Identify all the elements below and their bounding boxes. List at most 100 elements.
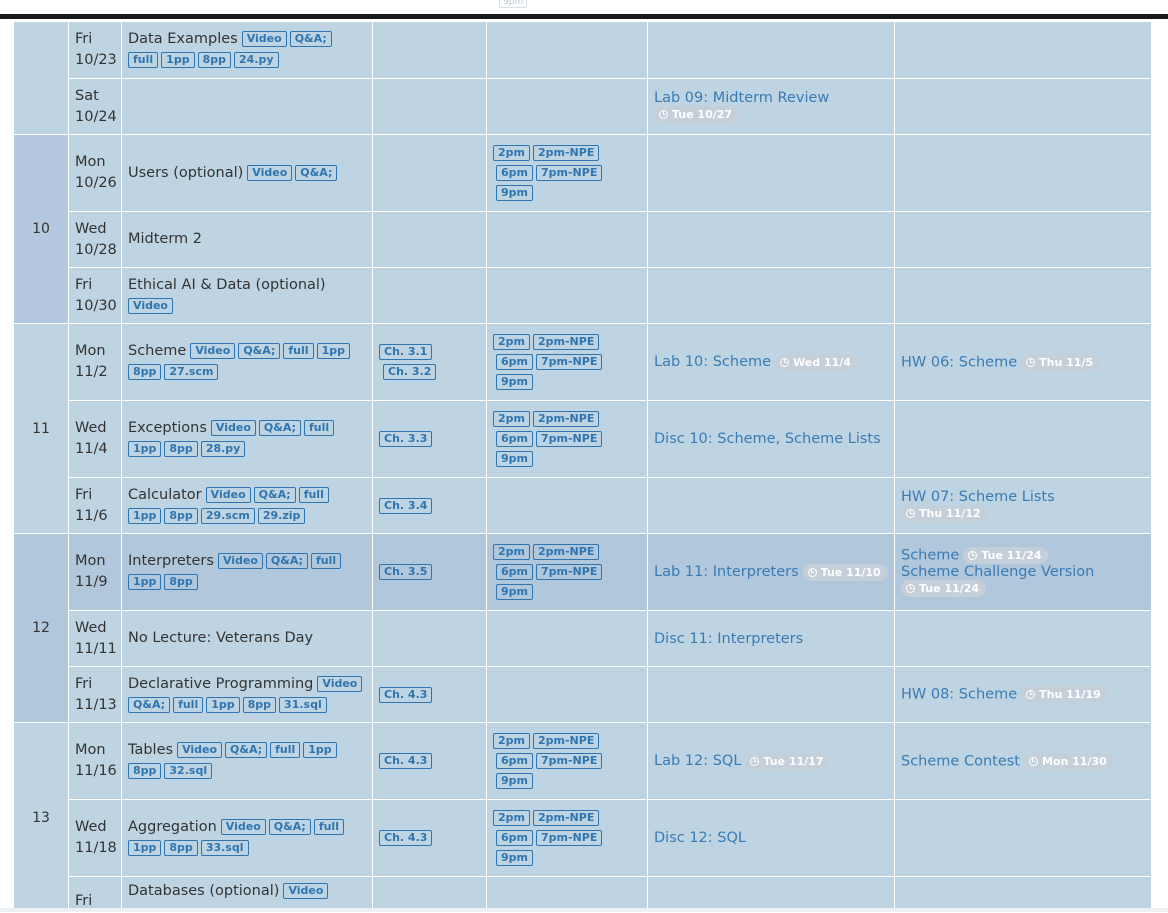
section-time-button[interactable]: 2pm-NPE: [533, 411, 600, 427]
section-time-button[interactable]: 6pm: [496, 830, 533, 846]
lecture-resource-button[interactable]: Video: [317, 675, 363, 692]
lecture-resource-button[interactable]: 1pp: [316, 343, 350, 359]
section-time-button[interactable]: 7pm-NPE: [536, 165, 603, 181]
lecture-resource-button[interactable]: Q&A;: [268, 819, 311, 835]
lecture-resource-button[interactable]: full: [283, 343, 314, 359]
section-time-button[interactable]: 7pm-NPE: [536, 753, 603, 769]
lecture-resource-button[interactable]: Q&A;: [295, 164, 338, 181]
lecture-resource-button[interactable]: Q&A;: [225, 742, 268, 758]
lecture-resource-button[interactable]: 1pp: [128, 574, 162, 590]
lecture-resource-button[interactable]: full: [173, 696, 204, 713]
reading-chapter-button[interactable]: Ch. 3.3: [379, 431, 433, 447]
section-time-button[interactable]: 9pm: [496, 451, 533, 467]
section-time-button[interactable]: 2pm-NPE: [533, 810, 600, 826]
lab-link[interactable]: Disc 12: SQL: [654, 830, 746, 846]
lab-link[interactable]: Lab 10: Scheme: [654, 354, 771, 370]
lecture-resource-button[interactable]: 8pp: [164, 574, 198, 590]
lab-link[interactable]: Lab 09: Midterm Review: [654, 90, 829, 106]
lab-link[interactable]: Lab 12: SQL: [654, 753, 741, 769]
lecture-resource-button[interactable]: 29.scm: [200, 507, 255, 524]
section-time-button[interactable]: 7pm-NPE: [536, 830, 603, 846]
homework-link[interactable]: HW 06: Scheme: [901, 354, 1017, 370]
lecture-resource-button[interactable]: 24.py: [233, 52, 279, 68]
lecture-resource-button[interactable]: 8pp: [164, 507, 198, 524]
lecture-resource-button[interactable]: 1pp: [128, 441, 162, 457]
lecture-resource-button[interactable]: full: [270, 742, 301, 758]
lecture-resource-button[interactable]: Q&A;: [128, 696, 171, 713]
lecture-resource-button[interactable]: Q&A;: [258, 420, 301, 436]
homework-link[interactable]: HW 07: Scheme Lists: [901, 489, 1055, 505]
section-time-button[interactable]: 2pm: [493, 145, 530, 161]
lecture-resource-button[interactable]: Video: [128, 297, 173, 314]
section-time-button[interactable]: 7pm-NPE: [536, 564, 603, 580]
homework-link[interactable]: Scheme Challenge Version: [901, 564, 1094, 580]
lecture-resource-button[interactable]: full: [310, 553, 342, 569]
section-time-button[interactable]: 6pm: [496, 564, 533, 580]
reading-chapter-button[interactable]: Ch. 3.1: [379, 344, 433, 360]
lecture-resource-button[interactable]: Q&A;: [289, 31, 332, 47]
lecture-resource-button[interactable]: full: [303, 420, 335, 436]
lecture-resource-button[interactable]: Video: [210, 420, 256, 436]
lecture-resource-button[interactable]: Video: [177, 742, 223, 758]
section-time-button[interactable]: 2pm: [493, 544, 530, 560]
lecture-resource-button[interactable]: Video: [220, 819, 266, 835]
section-time-button[interactable]: 6pm: [496, 354, 533, 370]
section-time-button[interactable]: 2pm: [493, 411, 530, 427]
lecture-resource-button[interactable]: Video: [241, 31, 287, 47]
lecture-resource-button[interactable]: Video: [283, 883, 329, 899]
lecture-resource-button[interactable]: 33.sql: [200, 840, 249, 856]
section-time-button[interactable]: 9pm: [496, 773, 533, 789]
section-time-button[interactable]: 9pm: [496, 584, 533, 600]
lecture-resource-button[interactable]: full: [298, 486, 329, 503]
reading-chapter-button[interactable]: Ch. 4.3: [379, 686, 433, 703]
section-time-button[interactable]: 9pm: [496, 850, 533, 866]
section-time-button[interactable]: 7pm-NPE: [536, 354, 603, 370]
lecture-resource-button[interactable]: 1pp: [161, 52, 195, 68]
section-time-button[interactable]: 6pm: [496, 431, 533, 447]
lecture-resource-button[interactable]: 27.scm: [164, 364, 219, 380]
section-time-button[interactable]: 2pm-NPE: [533, 145, 600, 161]
section-time-button[interactable]: 2pm: [493, 810, 530, 826]
reading-chapter-button[interactable]: Ch. 3.4: [379, 497, 433, 514]
lecture-resource-button[interactable]: 1pp: [303, 742, 337, 758]
lecture-resource-button[interactable]: Video: [205, 486, 251, 503]
lecture-resource-button[interactable]: Video: [247, 164, 293, 181]
lecture-resource-button[interactable]: 29.zip: [257, 507, 306, 524]
reading-chapter-button[interactable]: Ch. 3.5: [379, 564, 433, 580]
lecture-resource-button[interactable]: 8pp: [242, 696, 277, 713]
lecture-resource-button[interactable]: 8pp: [197, 52, 231, 68]
lab-link[interactable]: Lab 11: Interpreters: [654, 564, 799, 580]
lecture-resource-button[interactable]: full: [128, 52, 159, 68]
lecture-resource-button[interactable]: Q&A;: [238, 343, 281, 359]
section-time-button[interactable]: 2pm-NPE: [533, 334, 600, 350]
lecture-resource-button[interactable]: 1pp: [206, 696, 240, 713]
section-time-button[interactable]: 2pm: [493, 334, 530, 350]
lecture-resource-button[interactable]: 8pp: [164, 441, 198, 457]
reading-chapter-button[interactable]: Ch. 4.3: [379, 753, 433, 769]
section-time-button[interactable]: 7pm-NPE: [536, 431, 603, 447]
lecture-resource-button[interactable]: 8pp: [128, 364, 162, 380]
lecture-resource-button[interactable]: Video: [190, 343, 236, 359]
lecture-resource-button[interactable]: 8pp: [164, 840, 198, 856]
lecture-resource-button[interactable]: 1pp: [128, 507, 162, 524]
section-time-button[interactable]: 2pm: [493, 733, 530, 749]
lecture-resource-button[interactable]: full: [313, 819, 344, 835]
reading-chapter-button[interactable]: Ch. 4.3: [379, 830, 433, 846]
homework-link[interactable]: HW 08: Scheme: [901, 687, 1017, 703]
section-time-button[interactable]: 6pm: [496, 753, 533, 769]
lab-link[interactable]: Disc 11: Interpreters: [654, 631, 803, 647]
section-time-button[interactable]: 2pm-NPE: [533, 733, 600, 749]
section-time-button[interactable]: 9pm: [496, 185, 533, 201]
reading-chapter-button[interactable]: Ch. 3.2: [383, 364, 437, 380]
lecture-resource-button[interactable]: 28.py: [200, 441, 246, 457]
homework-link[interactable]: Scheme: [901, 548, 959, 564]
lecture-resource-button[interactable]: Q&A;: [253, 486, 296, 503]
lecture-resource-button[interactable]: 8pp: [128, 763, 162, 779]
lab-link[interactable]: Disc 10: Scheme, Scheme Lists: [654, 431, 881, 447]
lecture-resource-button[interactable]: 32.sql: [164, 763, 213, 779]
section-time-button[interactable]: 6pm: [496, 165, 533, 181]
section-time-button[interactable]: 2pm-NPE: [533, 544, 600, 560]
lecture-resource-button[interactable]: Video: [217, 553, 263, 569]
lecture-resource-button[interactable]: 31.sql: [279, 696, 327, 713]
lecture-resource-button[interactable]: Q&A;: [265, 553, 308, 569]
